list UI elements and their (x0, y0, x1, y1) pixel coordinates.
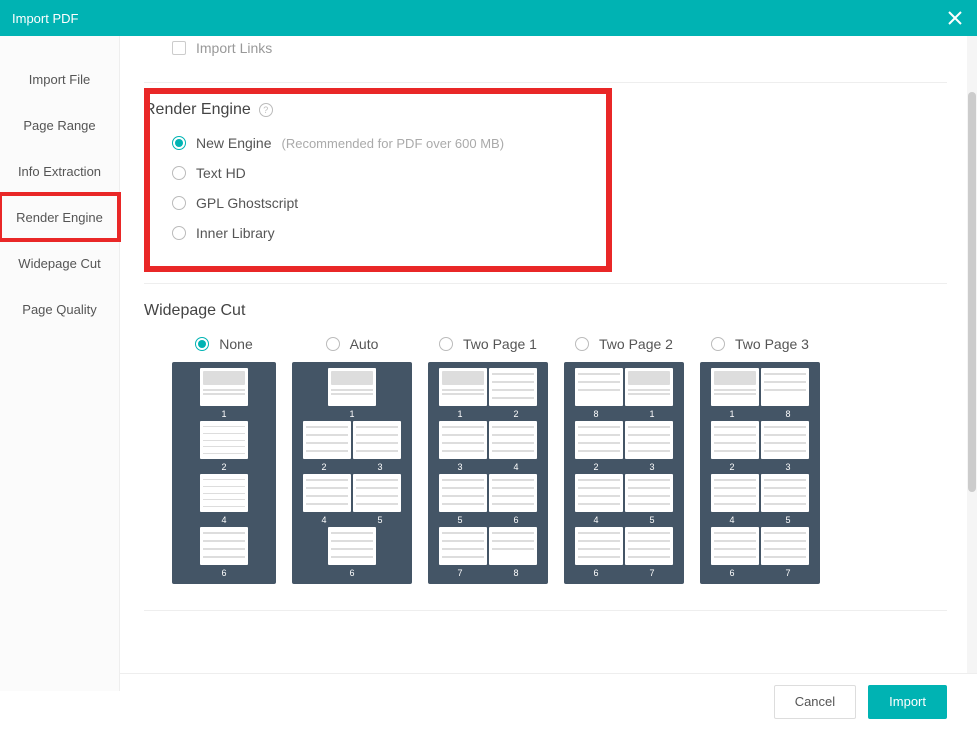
widepage-option-two-page-1[interactable]: Two Page 1 12 34 56 78 (428, 336, 548, 584)
import-button[interactable]: Import (868, 685, 947, 719)
render-engine-options: New Engine (Recommended for PDF over 600… (172, 135, 947, 241)
radio-hint: (Recommended for PDF over 600 MB) (282, 136, 505, 151)
radio-label: Text HD (196, 165, 246, 181)
radio-label: GPL Ghostscript (196, 195, 298, 211)
widepage-options-row: None 1 2 4 6 Auto 1 (172, 336, 947, 584)
widepage-cut-section: Widepage Cut None 1 2 4 6 (144, 302, 947, 584)
import-links-label: Import Links (196, 40, 272, 56)
cancel-button[interactable]: Cancel (774, 685, 856, 719)
scrollbar-thumb[interactable] (968, 92, 976, 492)
radio-icon (439, 337, 453, 351)
radio-label: Two Page 1 (463, 336, 537, 352)
divider (144, 82, 947, 83)
widepage-thumb-tp3: 18 23 45 67 (700, 362, 820, 584)
widepage-heading: Widepage Cut (144, 302, 947, 320)
render-engine-heading: Render Engine ? (144, 101, 947, 119)
titlebar: Import PDF (0, 0, 977, 36)
dialog-title: Import PDF (12, 11, 78, 26)
radio-label: Two Page 2 (599, 336, 673, 352)
render-engine-section: Render Engine ? New Engine (Recommended … (144, 101, 947, 265)
radio-gpl-ghostscript[interactable]: GPL Ghostscript (172, 195, 947, 211)
radio-label: Inner Library (196, 225, 275, 241)
radio-text-hd[interactable]: Text HD (172, 165, 947, 181)
radio-icon (172, 196, 186, 210)
radio-icon (172, 136, 186, 150)
radio-icon (172, 226, 186, 240)
radio-icon (326, 337, 340, 351)
widepage-thumb-tp1: 12 34 56 78 (428, 362, 548, 584)
sidebar-item-page-range[interactable]: Page Range (0, 102, 119, 148)
import-links-row[interactable]: Import Links (172, 40, 947, 56)
widepage-thumb-none: 1 2 4 6 (172, 362, 276, 584)
widepage-thumb-auto: 1 23 45 6 (292, 362, 412, 584)
footer: Cancel Import (120, 673, 977, 729)
help-icon[interactable]: ? (259, 103, 273, 117)
sidebar-item-widepage-cut[interactable]: Widepage Cut (0, 240, 119, 286)
widepage-option-none[interactable]: None 1 2 4 6 (172, 336, 276, 584)
widepage-option-two-page-2[interactable]: Two Page 2 81 23 45 67 (564, 336, 684, 584)
widepage-option-two-page-3[interactable]: Two Page 3 18 23 45 67 (700, 336, 820, 584)
radio-new-engine[interactable]: New Engine (Recommended for PDF over 600… (172, 135, 947, 151)
close-icon[interactable] (945, 8, 965, 28)
radio-icon (195, 337, 209, 351)
radio-label: None (219, 336, 252, 352)
radio-label: Auto (350, 336, 379, 352)
divider (144, 610, 947, 611)
content-area: Import Links Render Engine ? New Engine … (120, 36, 977, 691)
radio-inner-library[interactable]: Inner Library (172, 225, 947, 241)
sidebar-item-import-file[interactable]: Import File (0, 56, 119, 102)
radio-icon (172, 166, 186, 180)
widepage-thumb-tp2: 81 23 45 67 (564, 362, 684, 584)
radio-icon (711, 337, 725, 351)
radio-icon (575, 337, 589, 351)
sidebar-item-page-quality[interactable]: Page Quality (0, 286, 119, 332)
sidebar-item-render-engine[interactable]: Render Engine (0, 194, 119, 240)
scrollbar[interactable] (967, 36, 977, 691)
radio-label: New Engine (196, 135, 272, 151)
widepage-heading-text: Widepage Cut (144, 302, 245, 320)
radio-label: Two Page 3 (735, 336, 809, 352)
checkbox-empty-icon[interactable] (172, 41, 186, 55)
widepage-option-auto[interactable]: Auto 1 23 45 6 (292, 336, 412, 584)
sidebar-item-info-extraction[interactable]: Info Extraction (0, 148, 119, 194)
render-engine-heading-text: Render Engine (144, 101, 251, 119)
sidebar: Import File Page Range Info Extraction R… (0, 36, 120, 691)
divider (144, 283, 947, 284)
